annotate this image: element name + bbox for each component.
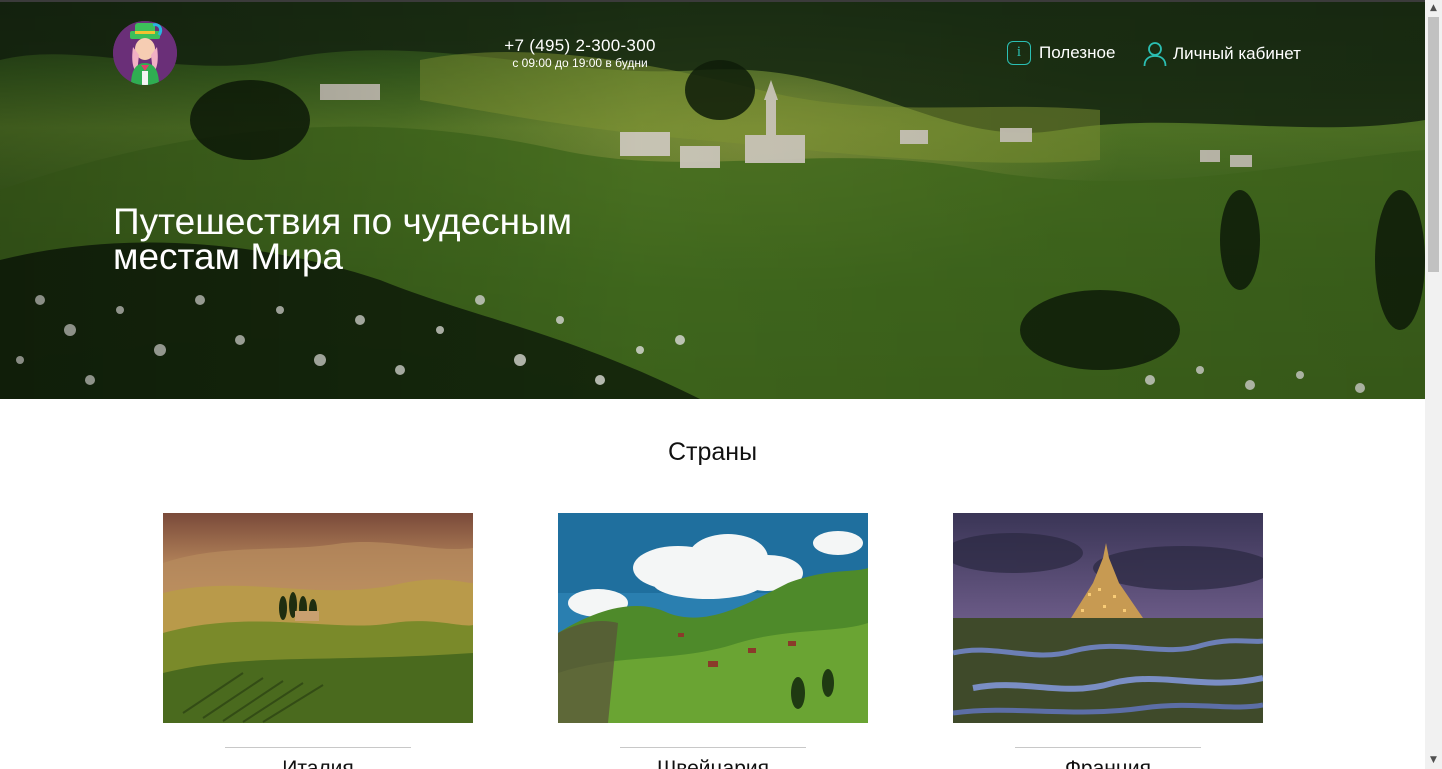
contact-phone-block: +7 (495) 2-300-300 с 09:00 до 19:00 в бу… (480, 36, 680, 70)
scrollbar-thumb[interactable] (1428, 17, 1439, 272)
tuscany-hills-photo[interactable] (163, 513, 473, 723)
swiss-alps-photo[interactable] (558, 513, 868, 723)
nav-account-link[interactable]: Личный кабинет (1143, 41, 1301, 67)
country-card-italy[interactable]: Италия (163, 513, 473, 769)
window-top-border (0, 0, 1425, 2)
nav-useful-label: Полезное (1039, 43, 1116, 62)
hero-banner: +7 (495) 2-300-300 с 09:00 до 19:00 в бу… (0, 0, 1425, 399)
country-card-france[interactable]: Франция (953, 513, 1263, 769)
working-hours-text: с 09:00 до 19:00 в будни (512, 56, 648, 70)
vertical-scrollbar[interactable]: ▲ ▼ (1425, 0, 1442, 769)
scroll-down-arrow-icon[interactable]: ▼ (1425, 752, 1442, 769)
nav-account-label: Личный кабинет (1173, 44, 1301, 63)
mascot-logo-icon[interactable] (113, 21, 177, 85)
country-name-italy[interactable]: Италия (163, 757, 473, 769)
page-viewport: +7 (495) 2-300-300 с 09:00 до 19:00 в бу… (0, 0, 1425, 769)
countries-section-title: Страны (667, 438, 758, 466)
card-divider (225, 747, 411, 748)
hero-title: Путешествия по чудесным местам Мира (113, 201, 573, 277)
nav-useful-link[interactable]: i Полезное (1007, 41, 1115, 65)
phone-number-link[interactable]: +7 (495) 2-300-300 (480, 36, 680, 56)
card-divider (620, 747, 806, 748)
country-name-switzerland[interactable]: Швейцария (558, 757, 868, 769)
user-icon (1143, 42, 1167, 67)
card-divider (1015, 747, 1201, 748)
mont-saint-michel-photo[interactable] (953, 513, 1263, 723)
info-icon: i (1007, 41, 1031, 65)
country-name-france[interactable]: Франция (953, 757, 1263, 769)
scroll-up-arrow-icon[interactable]: ▲ (1425, 0, 1442, 17)
country-card-switzerland[interactable]: Швейцария (558, 513, 868, 769)
